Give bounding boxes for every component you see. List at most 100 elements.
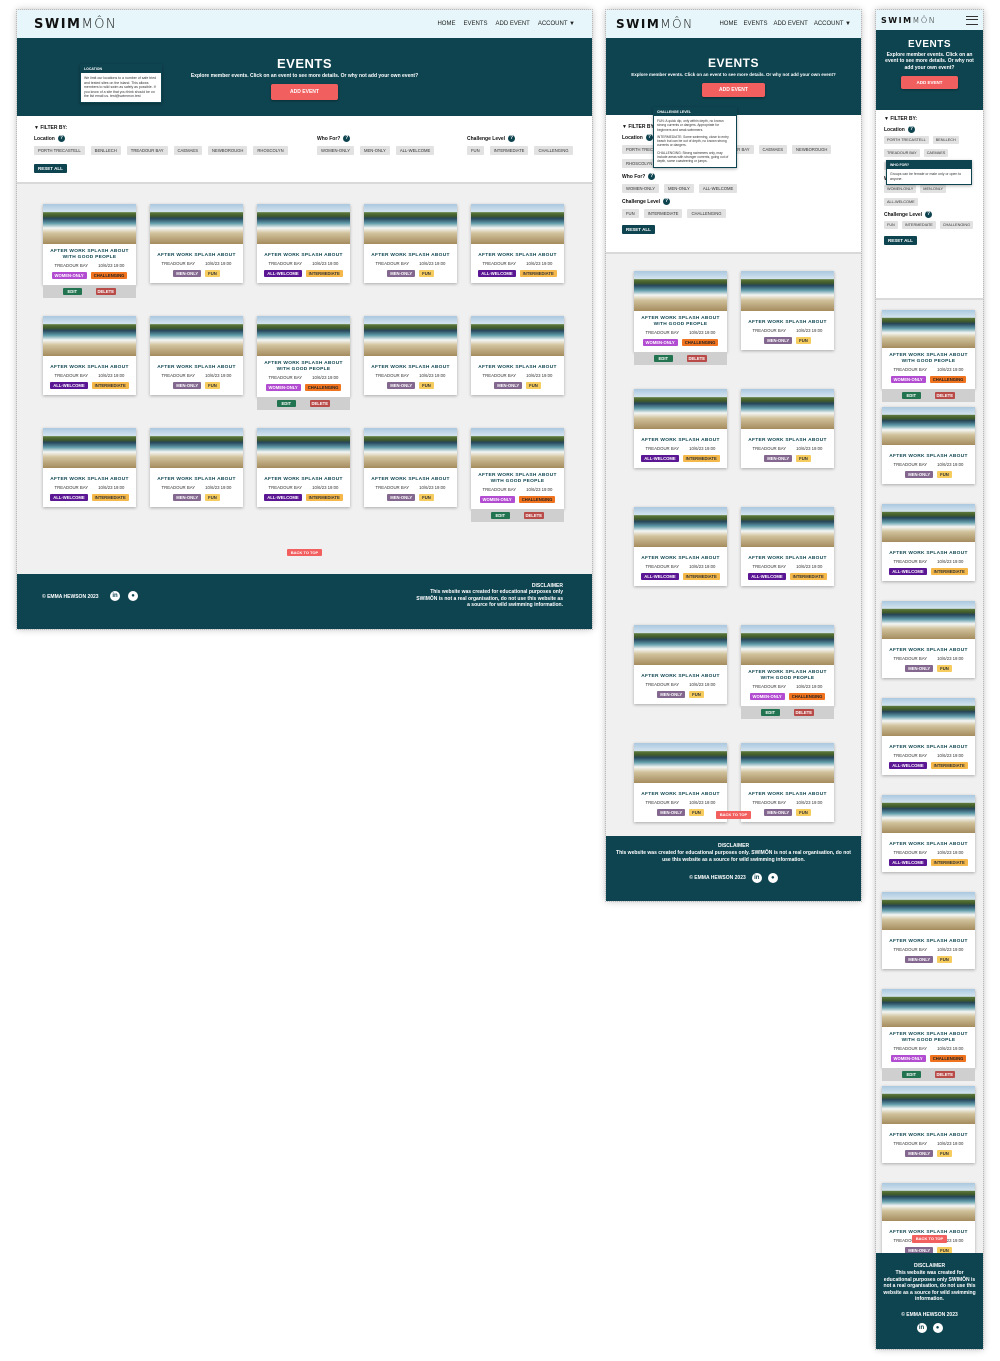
delete-button[interactable]: DELETE [934, 392, 955, 400]
event-card[interactable]: AFTER WORK SPLASH ABOUT TREADOUR BAY 10/6/… [634, 625, 727, 704]
filter-chip[interactable]: INTERMEDIATE [643, 209, 683, 218]
filter-chip[interactable]: WOMEN-ONLY [622, 184, 660, 193]
add-event-button[interactable]: ADD EVENT [901, 75, 958, 89]
filter-chip[interactable]: CHALLENGING [687, 209, 726, 218]
filter-chip[interactable]: TREADOUR BAY [126, 146, 168, 155]
filter-chip[interactable]: FUN [884, 221, 898, 229]
nav-account[interactable]: ACCOUNT ▼ [538, 21, 575, 27]
help-icon[interactable]: ? [343, 135, 351, 142]
event-card[interactable]: AFTER WORK SPLASH ABOUT TREADOUR BAY 10/6/… [257, 204, 350, 283]
event-card[interactable]: AFTER WORK SPLASH ABOUT TREADOUR BAY 10/6/… [882, 1086, 975, 1163]
event-card[interactable]: AFTER WORK SPLASH ABOUT TREADOUR BAY 10/6/… [364, 428, 457, 507]
help-icon[interactable]: ? [663, 198, 671, 205]
filter-chip[interactable]: PORTH TRECASTELL [884, 136, 929, 144]
event-card[interactable]: AFTER WORK SPLASH ABOUT TREADOUR BAY 10/6/… [882, 601, 975, 678]
event-card[interactable]: AFTER WORK SPLASH ABOUT TREADOUR BAY 10/6/… [882, 407, 975, 484]
filter-chip[interactable]: NEWBOROUGH [208, 146, 248, 155]
logo[interactable]: SWIMMÔN [881, 16, 936, 25]
delete-button[interactable]: DELETE [309, 400, 330, 408]
delete-button[interactable]: DELETE [793, 709, 814, 717]
filter-chip[interactable]: FUN [622, 209, 639, 218]
filter-chip[interactable]: TREADOUR BAY [884, 149, 920, 157]
filter-chip[interactable]: MEN-ONLY [664, 184, 694, 193]
filter-chip[interactable]: RHOSCOLYN [253, 146, 288, 155]
event-card[interactable]: AFTER WORK SPLASH ABOUT WITH GOOD PEOPLE… [634, 271, 727, 352]
event-card[interactable]: AFTER WORK SPLASH ABOUT TREADOUR BAY 10/6/… [471, 204, 564, 283]
event-card[interactable]: AFTER WORK SPLASH ABOUT TREADOUR BAY 10/6/… [43, 316, 136, 395]
edit-button[interactable]: EDIT [277, 400, 296, 408]
filter-chip[interactable]: CAEMAES [923, 149, 949, 157]
filter-chip[interactable]: INTERMEDIATE [489, 146, 529, 155]
event-card[interactable]: AFTER WORK SPLASH ABOUT TREADOUR BAY 10/6/… [150, 316, 243, 395]
filter-chip[interactable]: WOMEN-ONLY [884, 185, 917, 193]
reset-all-button[interactable]: RESET ALL [622, 225, 655, 234]
event-card[interactable]: AFTER WORK SPLASH ABOUT TREADOUR BAY 10/6/… [43, 428, 136, 507]
help-icon[interactable]: ? [508, 135, 516, 142]
help-icon[interactable]: ? [648, 173, 656, 180]
event-card[interactable]: AFTER WORK SPLASH ABOUT TREADOUR BAY 10/6/… [882, 504, 975, 581]
event-card[interactable]: AFTER WORK SPLASH ABOUT WITH GOOD PEOPLE… [882, 989, 975, 1068]
event-card[interactable]: AFTER WORK SPLASH ABOUT TREADOUR BAY 10/6/… [882, 795, 975, 872]
nav-home[interactable]: HOME [719, 21, 737, 27]
filter-chip[interactable]: BENLLECH [90, 146, 121, 155]
event-card[interactable]: AFTER WORK SPLASH ABOUT TREADOUR BAY 10/6/… [634, 507, 727, 586]
logo[interactable]: SWIMMÔN [616, 17, 694, 31]
hamburger-menu-icon[interactable] [966, 15, 978, 25]
reset-all-button[interactable]: RESET ALL [34, 164, 67, 173]
filter-chip[interactable]: ALL-WELCOME [698, 184, 738, 193]
event-card[interactable]: AFTER WORK SPLASH ABOUT TREADOUR BAY 10/6/… [741, 271, 834, 350]
event-card[interactable]: AFTER WORK SPLASH ABOUT TREADOUR BAY 10/6/… [634, 389, 727, 468]
edit-button[interactable]: EDIT [491, 512, 510, 520]
event-card[interactable]: AFTER WORK SPLASH ABOUT TREADOUR BAY 10/6/… [882, 892, 975, 969]
reset-all-button[interactable]: RESET ALL [884, 236, 917, 245]
back-to-top-button[interactable]: BACK TO TOP [716, 811, 751, 819]
filter-chip[interactable]: ALL-WELCOME [884, 198, 918, 206]
edit-button[interactable]: EDIT [902, 392, 921, 400]
event-card[interactable]: AFTER WORK SPLASH ABOUT TREADOUR BAY 10/6/… [257, 428, 350, 507]
linkedin-icon[interactable]: in [751, 873, 762, 883]
event-card[interactable]: AFTER WORK SPLASH ABOUT WITH GOOD PEOPLE… [741, 625, 834, 706]
github-icon[interactable]: ● [932, 1322, 943, 1333]
event-card[interactable]: AFTER WORK SPLASH ABOUT TREADOUR BAY 10/6/… [882, 698, 975, 775]
add-event-button[interactable]: ADD EVENT [271, 84, 338, 101]
delete-button[interactable]: DELETE [95, 288, 116, 296]
event-card[interactable]: AFTER WORK SPLASH ABOUT TREADOUR BAY 10/6/… [364, 204, 457, 283]
help-icon[interactable]: ? [57, 135, 65, 142]
event-card[interactable]: AFTER WORK SPLASH ABOUT TREADOUR BAY 10/6/… [471, 316, 564, 395]
filter-chip[interactable]: NEWBOROUGH [792, 145, 832, 154]
help-icon[interactable]: ? [645, 134, 653, 141]
linkedin-icon[interactable]: in [916, 1322, 927, 1333]
filter-chip[interactable]: FUN [467, 146, 484, 155]
filter-chip[interactable]: ALL-WELCOME [395, 146, 435, 155]
back-to-top-button[interactable]: BACK TO TOP [287, 549, 322, 556]
filter-chip[interactable]: CHALLENGING [939, 221, 974, 229]
filter-chip[interactable]: CAEMAES [758, 145, 787, 154]
event-card[interactable]: AFTER WORK SPLASH ABOUT WITH GOOD PEOPLE… [43, 204, 136, 285]
event-card[interactable]: AFTER WORK SPLASH ABOUT TREADOUR BAY 10/6/… [364, 316, 457, 395]
nav-home[interactable]: HOME [437, 21, 455, 27]
filter-chip[interactable]: INTERMEDIATE [901, 221, 936, 229]
event-card[interactable]: AFTER WORK SPLASH ABOUT TREADOUR BAY 10/6/… [882, 1183, 975, 1260]
back-to-top-button[interactable]: BACK TO TOP [912, 1235, 947, 1243]
delete-button[interactable]: DELETE [686, 355, 707, 363]
filter-chip[interactable]: PORTH TRECASTELL [34, 146, 85, 155]
nav-events[interactable]: EVENTS [743, 21, 767, 27]
event-card[interactable]: AFTER WORK SPLASH ABOUT TREADOUR BAY 10/6/… [741, 389, 834, 468]
event-card[interactable]: AFTER WORK SPLASH ABOUT TREADOUR BAY 10/6/… [634, 743, 727, 822]
logo[interactable]: SWIMMÔN [34, 17, 117, 32]
event-card[interactable]: AFTER WORK SPLASH ABOUT TREADOUR BAY 10/6/… [150, 428, 243, 507]
edit-button[interactable]: EDIT [902, 1071, 921, 1079]
edit-button[interactable]: EDIT [761, 709, 780, 717]
add-event-button[interactable]: ADD EVENT [702, 82, 765, 97]
filter-chip[interactable]: CAEMAES [173, 146, 202, 155]
event-card[interactable]: AFTER WORK SPLASH ABOUT TREADOUR BAY 10/6/… [741, 743, 834, 822]
nav-add-event[interactable]: ADD EVENT [495, 21, 529, 27]
edit-button[interactable]: EDIT [654, 355, 673, 363]
filter-chip[interactable]: MEN-ONLY [360, 146, 390, 155]
filter-chip[interactable]: WOMEN-ONLY [317, 146, 355, 155]
filter-chip[interactable]: BENLLECH [932, 136, 959, 144]
help-icon[interactable]: ? [925, 211, 933, 218]
github-icon[interactable]: ● [128, 591, 138, 601]
filter-chip[interactable]: MEN-ONLY [920, 185, 947, 193]
delete-button[interactable]: DELETE [934, 1071, 955, 1079]
